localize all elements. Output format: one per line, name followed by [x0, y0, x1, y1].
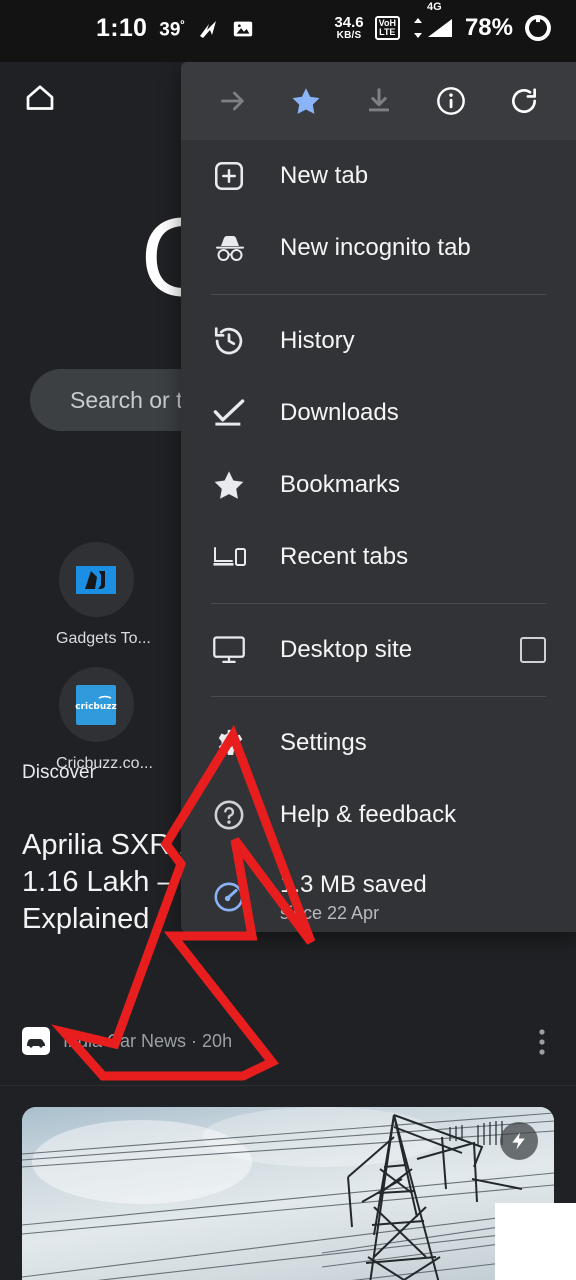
speedometer-icon: [212, 880, 256, 914]
menu-item-label: 1.3 MB saved since 22 Apr: [280, 871, 427, 924]
overflow-menu-icon[interactable]: [538, 1028, 546, 1063]
menu-item-bookmarks[interactable]: Bookmarks: [181, 449, 576, 521]
signal-icon: 4G: [411, 1, 454, 39]
menu-item-data-saver[interactable]: 1.3 MB saved since 22 Apr: [181, 851, 576, 932]
menu-item-recent-tabs[interactable]: Recent tabs: [181, 521, 576, 593]
india-car-news-favicon: [22, 1027, 50, 1055]
reload-icon[interactable]: [502, 79, 546, 123]
phone-screen: G Search or typ Gadgets To... cricbuzz: [0, 0, 576, 1280]
incognito-icon: [212, 233, 256, 263]
desktop-site-checkbox[interactable]: [520, 637, 546, 663]
home-icon[interactable]: [22, 80, 58, 121]
clock-text: 1:10: [96, 14, 148, 42]
menu-item-history[interactable]: History: [181, 305, 576, 377]
menu-item-label: New incognito tab: [280, 234, 471, 261]
article-image[interactable]: [22, 1107, 554, 1280]
image-icon: [232, 18, 254, 40]
menu-item-label: Desktop site: [280, 636, 413, 663]
shortcut-tile-label: Gadgets To...: [56, 630, 151, 647]
battery-circle-icon: [524, 14, 552, 42]
cricbuzz-favicon: cricbuzz: [58, 667, 134, 742]
menu-item-settings[interactable]: Settings: [181, 707, 576, 779]
trending-up-icon: [196, 17, 220, 41]
star-icon[interactable]: [284, 79, 328, 123]
white-overlay-box: [495, 1203, 576, 1280]
menu-item-label: Downloads: [280, 399, 399, 426]
menu-divider: [211, 294, 546, 295]
status-bar: 1:10 39º 34.6 KB/S VoH LTE 4G 78%: [0, 0, 576, 62]
menu-item-label: Settings: [280, 729, 367, 756]
plus-box-icon: [212, 159, 256, 193]
download-icon[interactable]: [357, 79, 401, 123]
download-check-icon: [212, 398, 256, 428]
data-saver-since: since 22 Apr: [280, 902, 380, 923]
discover-header: Discover: [22, 762, 96, 783]
volte-icon: VoH LTE: [374, 16, 400, 40]
info-icon[interactable]: [429, 79, 473, 123]
menu-item-help-feedback[interactable]: Help & feedback: [181, 779, 576, 851]
menu-item-desktop-site[interactable]: Desktop site: [181, 614, 576, 686]
menu-item-label: Help & feedback: [280, 801, 457, 828]
devices-icon: [212, 544, 256, 570]
article-source-text: India Car News · 20h: [63, 1030, 233, 1051]
data-saver-amount: 1.3 MB saved: [280, 870, 427, 898]
help-circle-icon: [212, 798, 256, 832]
forward-arrow-icon[interactable]: [211, 79, 255, 123]
menu-item-label: Recent tabs: [280, 543, 409, 570]
shortcut-tile-cricbuzz[interactable]: cricbuzz Cricbuzz.co...: [56, 667, 153, 773]
menu-item-new-incognito-tab[interactable]: New incognito tab: [181, 212, 576, 284]
menu-item-new-tab[interactable]: New tab: [181, 140, 576, 212]
menu-divider: [211, 603, 546, 604]
network-type-label: 4G: [426, 1, 442, 13]
menu-toolbar-row: [181, 62, 576, 140]
battery-percent-text: 78%: [464, 14, 513, 41]
star-filled-icon: [212, 468, 256, 502]
menu-item-downloads[interactable]: Downloads: [181, 377, 576, 449]
status-bar-right: 34.6 KB/S VoH LTE 4G 78%: [334, 1, 552, 42]
monitor-icon: [212, 635, 256, 665]
menu-divider: [211, 696, 546, 697]
menu-item-label: New tab: [280, 162, 369, 189]
network-speed-indicator: 34.6 KB/S: [334, 14, 364, 41]
gear-icon: [212, 726, 256, 760]
svg-text:cricbuzz: cricbuzz: [75, 702, 117, 712]
lightning-bolt-icon: [500, 1122, 538, 1160]
menu-item-label: History: [280, 327, 355, 354]
list-divider: [0, 1085, 576, 1086]
history-clock-icon: [212, 324, 256, 358]
shortcut-tile-gadgets[interactable]: Gadgets To...: [56, 542, 151, 648]
status-bar-left: 1:10 39º: [96, 16, 254, 41]
temperature-text: 39º: [159, 18, 185, 41]
chrome-overflow-menu[interactable]: New tab New incognito tab History Downlo…: [181, 62, 576, 932]
article-source: India Car News · 20h: [22, 1027, 232, 1055]
menu-item-label: Bookmarks: [280, 471, 401, 498]
gadgets-now-favicon: [58, 542, 134, 617]
